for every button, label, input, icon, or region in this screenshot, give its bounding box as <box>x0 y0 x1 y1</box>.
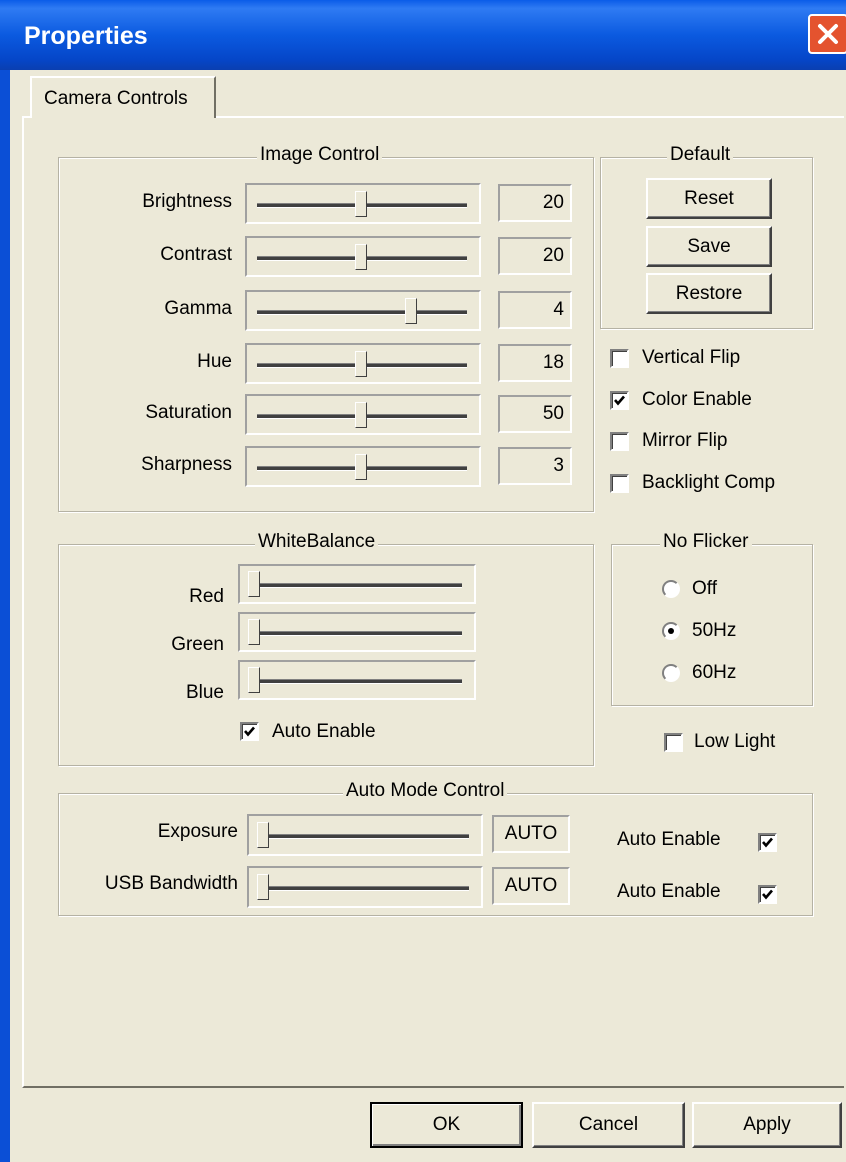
option-label: Vertical Flip <box>642 347 741 368</box>
option-checkbox[interactable] <box>610 432 629 451</box>
close-icon <box>818 24 838 44</box>
cancel-button[interactable]: Cancel <box>532 1102 685 1148</box>
option-label: Mirror Flip <box>642 430 728 451</box>
image-control-value: 3 <box>498 447 572 485</box>
window-title: Properties <box>24 22 148 50</box>
image-control-slider[interactable] <box>245 343 481 384</box>
slider-thumb[interactable] <box>355 190 367 217</box>
checkmark-icon <box>244 726 255 737</box>
image-control-value: 4 <box>498 291 572 329</box>
slider-thumb[interactable] <box>355 243 367 270</box>
white-balance-slider[interactable] <box>238 612 476 652</box>
no-flicker-radio[interactable] <box>662 622 680 640</box>
low-light-checkbox[interactable] <box>664 733 683 752</box>
image-control-slider[interactable] <box>245 290 481 331</box>
slider-thumb[interactable] <box>257 874 269 900</box>
white-balance-label: Red <box>189 586 224 607</box>
no-flicker-option-label: Off <box>692 578 717 599</box>
image-control-value: 20 <box>498 237 572 275</box>
apply-button[interactable]: Apply <box>692 1102 842 1148</box>
option-checkbox[interactable] <box>610 391 629 410</box>
slider-thumb[interactable] <box>248 619 260 645</box>
low-light-label: Low Light <box>694 731 776 752</box>
auto-mode-value: AUTO <box>492 867 570 905</box>
option-checkbox[interactable] <box>610 474 629 493</box>
white-balance-title: WhiteBalance <box>255 531 379 553</box>
auto-mode-auto-checkbox[interactable] <box>758 885 777 904</box>
slider-thumb[interactable] <box>355 350 367 377</box>
auto-mode-auto-label: Auto Enable <box>617 881 721 902</box>
wb-auto-enable-checkbox[interactable] <box>240 722 259 741</box>
auto-mode-slider[interactable] <box>247 866 483 908</box>
image-control-slider[interactable] <box>245 394 481 435</box>
image-control-label: Contrast <box>160 244 232 265</box>
restore-button[interactable]: Restore <box>646 273 772 314</box>
auto-mode-title: Auto Mode Control <box>343 780 508 802</box>
slider-thumb[interactable] <box>355 453 367 480</box>
white-balance-slider[interactable] <box>238 564 476 604</box>
checkmark-icon <box>762 837 773 848</box>
image-control-title: Image Control <box>257 144 383 166</box>
no-flicker-title: No Flicker <box>660 531 752 553</box>
auto-mode-auto-label: Auto Enable <box>617 829 721 850</box>
image-control-value: 50 <box>498 395 572 433</box>
ok-button[interactable]: OK <box>370 1102 523 1148</box>
slider-thumb[interactable] <box>355 401 367 428</box>
image-control-label: Brightness <box>142 191 232 212</box>
option-checkbox[interactable] <box>610 349 629 368</box>
no-flicker-radio[interactable] <box>662 664 680 682</box>
checkmark-icon <box>762 889 773 900</box>
slider-track-line <box>250 583 462 588</box>
image-control-value: 20 <box>498 184 572 222</box>
slider-thumb[interactable] <box>405 297 417 324</box>
auto-mode-value: AUTO <box>492 815 570 853</box>
no-flicker-option-label: 50Hz <box>692 620 737 641</box>
slider-thumb[interactable] <box>257 822 269 848</box>
slider-track-line <box>250 679 462 684</box>
option-label: Backlight Comp <box>642 472 776 493</box>
properties-window: Properties Camera Controls Image Control… <box>0 0 846 1162</box>
title-bar[interactable]: Properties <box>0 0 846 70</box>
wb-auto-enable-label: Auto Enable <box>272 721 376 742</box>
tab-label: Camera Controls <box>44 88 188 109</box>
auto-mode-auto-checkbox[interactable] <box>758 833 777 852</box>
slider-thumb[interactable] <box>248 667 260 693</box>
option-label: Color Enable <box>642 389 752 410</box>
close-button[interactable] <box>808 14 846 54</box>
default-title: Default <box>667 144 734 166</box>
tab-camera-controls[interactable]: Camera Controls <box>30 76 216 118</box>
image-control-label: Saturation <box>145 402 232 423</box>
slider-track-line <box>259 886 469 891</box>
slider-track-line <box>250 631 462 636</box>
auto-mode-label: Exposure <box>157 821 238 842</box>
no-flicker-option-label: 60Hz <box>692 662 737 683</box>
auto-mode-slider[interactable] <box>247 814 483 856</box>
image-control-label: Sharpness <box>141 454 232 475</box>
white-balance-label: Green <box>171 634 224 655</box>
save-button[interactable]: Save <box>646 226 772 267</box>
radio-dot <box>668 628 674 634</box>
image-control-slider[interactable] <box>245 183 481 224</box>
white-balance-label: Blue <box>185 682 224 703</box>
image-control-label: Gamma <box>164 298 232 319</box>
checkmark-icon <box>614 395 625 406</box>
white-balance-slider[interactable] <box>238 660 476 700</box>
slider-track-line <box>257 309 467 315</box>
image-control-label: Hue <box>197 351 232 372</box>
reset-button[interactable]: Reset <box>646 178 772 219</box>
image-control-slider[interactable] <box>245 446 481 487</box>
image-control-value: 18 <box>498 344 572 382</box>
no-flicker-radio[interactable] <box>662 580 680 598</box>
auto-mode-label: USB Bandwidth <box>104 873 238 894</box>
slider-track-line <box>259 834 469 839</box>
image-control-slider[interactable] <box>245 236 481 277</box>
slider-thumb[interactable] <box>248 571 260 597</box>
